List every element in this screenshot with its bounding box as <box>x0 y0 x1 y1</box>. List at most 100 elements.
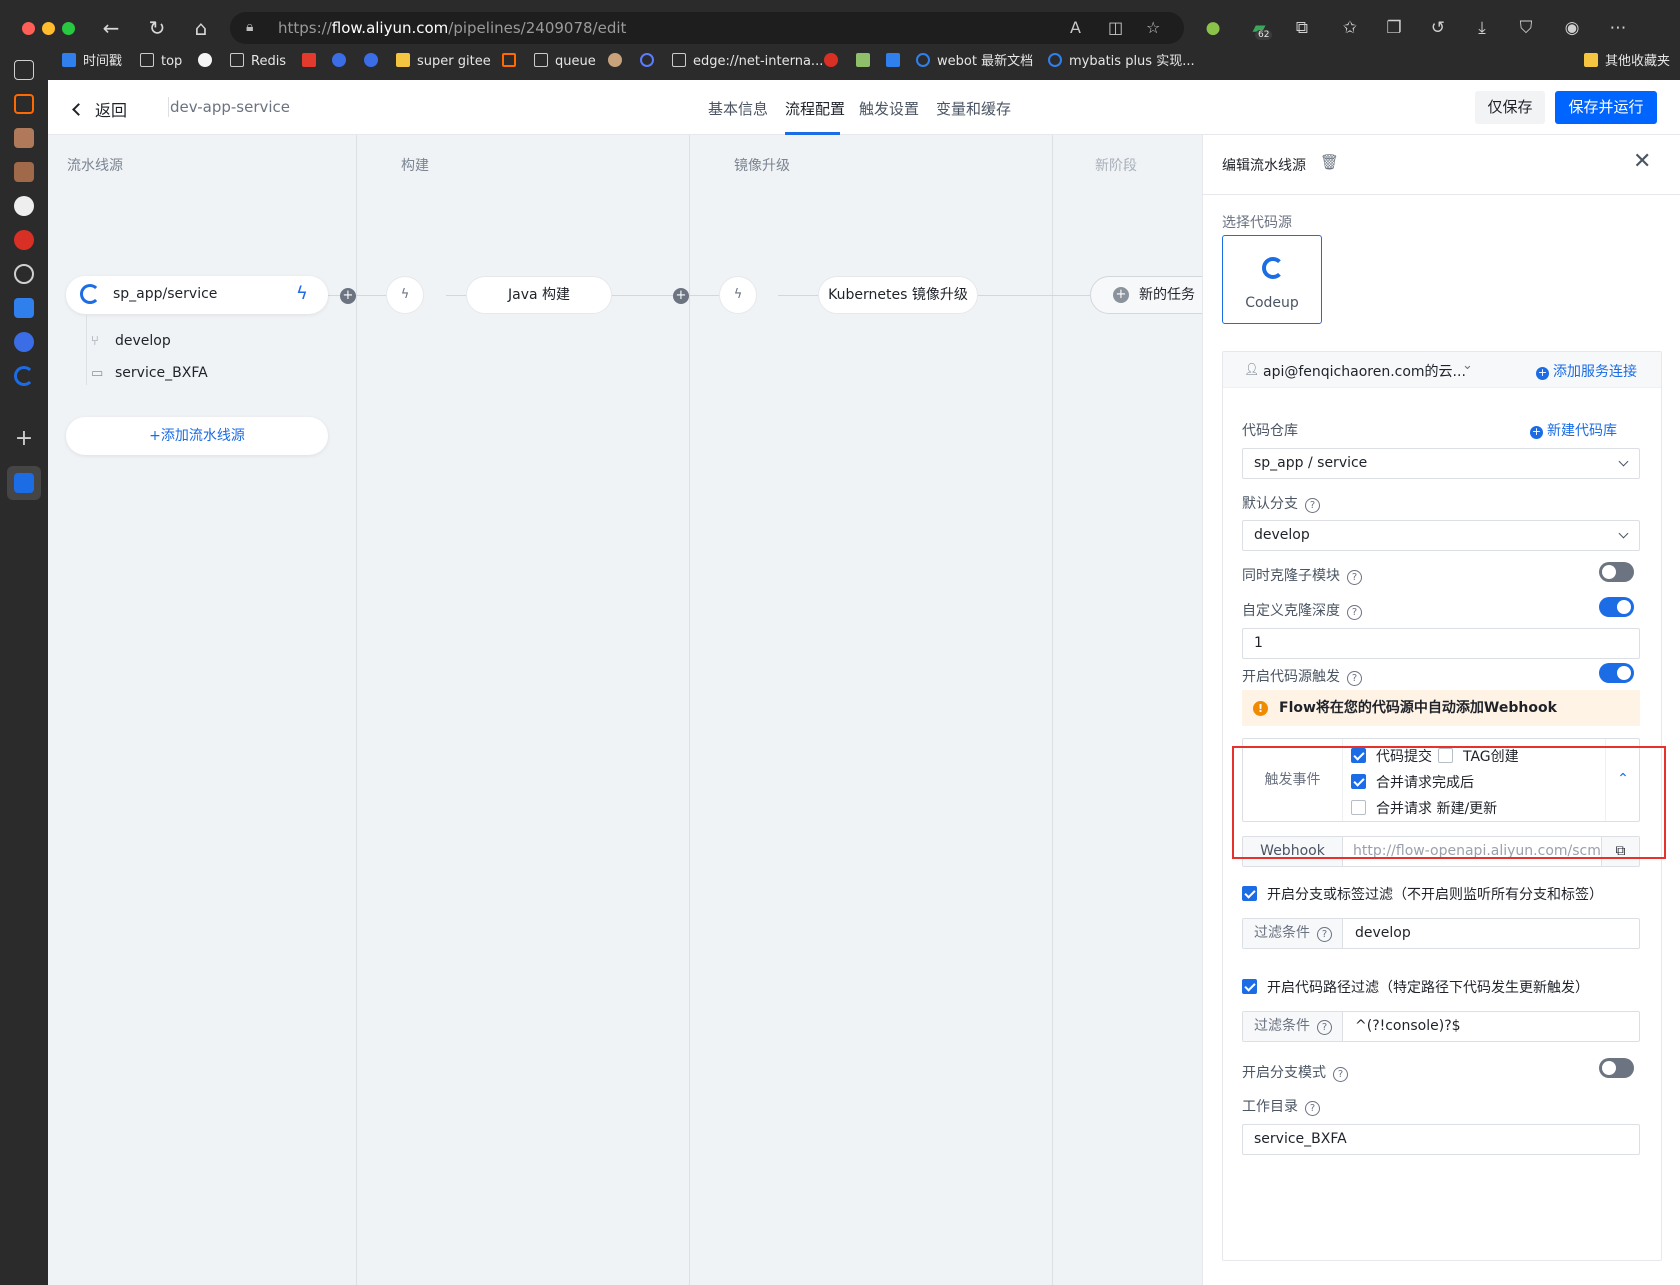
help-icon[interactable]: ? <box>1317 1020 1332 1035</box>
bookmark-badge-icon[interactable] <box>824 52 845 72</box>
save-and-run-button[interactable]: 保存并运行 <box>1555 91 1657 124</box>
openai-icon[interactable] <box>14 264 34 284</box>
chevron-down-icon[interactable]: ⌄ <box>1462 358 1473 373</box>
clone-depth-toggle[interactable] <box>1599 597 1634 617</box>
source-type-codeup[interactable]: Codeup <box>1222 235 1322 324</box>
bookmark-item[interactable]: 时间戳 <box>62 52 122 72</box>
path-filter-checkbox[interactable]: 开启代码路径过滤（特定路径下代码发生更新触发） <box>1242 977 1589 997</box>
path-filter-input[interactable]: ^(?!console)?$ <box>1355 1018 1461 1034</box>
doc-icon[interactable] <box>14 298 34 318</box>
job-k8s-image-upgrade[interactable]: Kubernetes 镜像升级 <box>818 276 978 314</box>
job-java-build[interactable]: Java 构建 <box>466 276 612 314</box>
bookmark-doc-icon[interactable] <box>886 52 907 72</box>
notification-badge-icon[interactable] <box>14 230 34 250</box>
app-avatar-icon[interactable] <box>14 162 34 182</box>
bookmark-item[interactable]: top <box>140 52 182 72</box>
github-icon[interactable] <box>14 196 34 216</box>
add-stage-icon[interactable]: + <box>673 288 689 304</box>
flow-icon[interactable] <box>14 473 34 493</box>
close-window-button[interactable] <box>22 22 35 35</box>
workdir-input[interactable]: service_BXFA <box>1242 1124 1640 1155</box>
favorites-icon[interactable]: ✩ <box>1336 14 1364 42</box>
aliyun-icon[interactable] <box>502 52 523 72</box>
save-only-button[interactable]: 仅保存 <box>1475 91 1545 124</box>
bookmark-red-icon[interactable] <box>302 52 323 72</box>
bookmark-folder[interactable]: 其他收藏夹 <box>1584 52 1670 72</box>
add-pipeline-source-button[interactable]: +添加流水线源 <box>66 417 328 455</box>
bookmark-image-icon[interactable] <box>856 52 877 72</box>
add-stage-icon[interactable]: + <box>340 288 356 304</box>
service-connection-select[interactable]: api@fenqichaoren.com的云... <box>1263 361 1466 381</box>
bookmark-item[interactable]: edge://net-interna... <box>672 52 823 72</box>
branch-select[interactable]: develop <box>1242 520 1640 551</box>
codeup-icon[interactable] <box>14 366 34 386</box>
trash-icon[interactable]: 🗑︎ <box>1320 153 1339 171</box>
history-icon[interactable]: ↺ <box>1424 14 1452 42</box>
help-icon[interactable]: ? <box>1305 498 1320 513</box>
help-icon[interactable]: ? <box>1347 671 1362 686</box>
favorite-star-icon[interactable]: ☆ <box>1146 18 1160 37</box>
help-icon[interactable]: ? <box>1305 1101 1320 1116</box>
new-repo-link[interactable]: + 新建代码库 <box>1530 420 1617 440</box>
tab-trigger-settings[interactable]: 触发设置 <box>859 98 919 119</box>
yandex-icon[interactable] <box>198 52 219 72</box>
extensions-icon[interactable]: ⧉ <box>1288 14 1316 42</box>
aliyun-icon[interactable] <box>14 94 34 114</box>
add-service-connection-link[interactable]: + 添加服务连接 <box>1536 361 1637 381</box>
download-icon[interactable]: ⤓ <box>1468 14 1496 42</box>
clone-submodule-toggle[interactable] <box>1599 562 1634 582</box>
source-trigger-toggle[interactable] <box>1599 663 1634 683</box>
stage-trigger-icon[interactable]: ϟ <box>386 276 424 314</box>
read-aloud-icon[interactable]: A <box>1070 18 1081 37</box>
plus-circle-icon: + <box>1536 366 1549 380</box>
clone-depth-input[interactable]: 1 <box>1242 628 1640 659</box>
branch-filter-checkbox[interactable]: 开启分支或标签过滤（不开启则监听所有分支和标签） <box>1242 884 1603 904</box>
back-button[interactable]: 返回 <box>72 97 127 121</box>
repo-select[interactable]: sp_app / service <box>1242 448 1640 479</box>
minimize-window-button[interactable] <box>42 22 55 35</box>
pipeline-source-card[interactable]: sp_app/service ϟ <box>66 276 328 314</box>
maximize-window-button[interactable] <box>62 22 75 35</box>
branch-filter-input[interactable]: develop <box>1355 925 1411 941</box>
kubernetes-icon[interactable] <box>14 332 34 352</box>
help-icon[interactable]: ? <box>1347 570 1362 585</box>
add-icon[interactable]: + <box>14 428 34 450</box>
stage-title-build[interactable]: 构建 <box>401 155 429 175</box>
reload-icon[interactable]: ↻ <box>142 14 172 42</box>
close-icon[interactable]: ✕ <box>1633 149 1651 174</box>
extension-green-icon[interactable]: ● <box>1199 14 1227 42</box>
kubernetes-icon[interactable] <box>332 52 353 72</box>
bookmark-avatar-icon[interactable] <box>608 52 629 72</box>
bookmark-folder[interactable]: super gitee <box>396 52 491 72</box>
collections-icon[interactable]: ❐ <box>1380 14 1408 42</box>
tab-basic-info[interactable]: 基本信息 <box>708 98 768 119</box>
branch-mode-toggle[interactable] <box>1599 1058 1634 1078</box>
bookmark-signal-icon[interactable] <box>640 52 661 72</box>
home-icon[interactable]: ⌂ <box>186 14 216 42</box>
stage-title-new[interactable]: 新阶段 <box>1095 155 1137 175</box>
trigger-bolt-icon[interactable]: ϟ <box>296 283 308 304</box>
checkbox[interactable] <box>1242 886 1257 901</box>
more-menu-icon[interactable]: ⋯ <box>1604 14 1632 42</box>
bookmark-item[interactable]: mybatis plus 实现... <box>1048 52 1195 72</box>
browser-essentials-icon[interactable]: ⛉ <box>1512 14 1540 42</box>
profile-avatar-icon[interactable]: ◉ <box>1558 14 1586 42</box>
kubernetes-icon[interactable] <box>364 52 385 72</box>
back-arrow-icon[interactable]: ← <box>96 14 126 42</box>
stage-title-image-upgrade[interactable]: 镜像升级 <box>734 155 790 175</box>
bookmark-item[interactable]: webot 最新文档 <box>916 52 1033 72</box>
checkbox[interactable] <box>1242 979 1257 994</box>
help-icon[interactable]: ? <box>1333 1067 1348 1082</box>
bookmark-item[interactable]: Redis <box>230 52 286 72</box>
stage-trigger-icon[interactable]: ϟ <box>719 276 757 314</box>
tab-flow-config[interactable]: 流程配置 <box>785 98 845 119</box>
help-icon[interactable]: ? <box>1317 927 1332 942</box>
address-bar[interactable]: 🔒︎ https://flow.aliyun.com/pipelines/240… <box>230 12 1184 44</box>
bookmark-item[interactable]: queue <box>534 52 596 72</box>
split-screen-icon[interactable]: ◫ <box>1108 18 1123 37</box>
tab-variables-cache[interactable]: 变量和缓存 <box>936 98 1011 119</box>
app-avatar-icon[interactable] <box>14 128 34 148</box>
tabs-icon[interactable] <box>14 60 34 80</box>
help-icon[interactable]: ? <box>1347 605 1362 620</box>
new-task-button[interactable]: + 新的任务 <box>1090 276 1202 314</box>
